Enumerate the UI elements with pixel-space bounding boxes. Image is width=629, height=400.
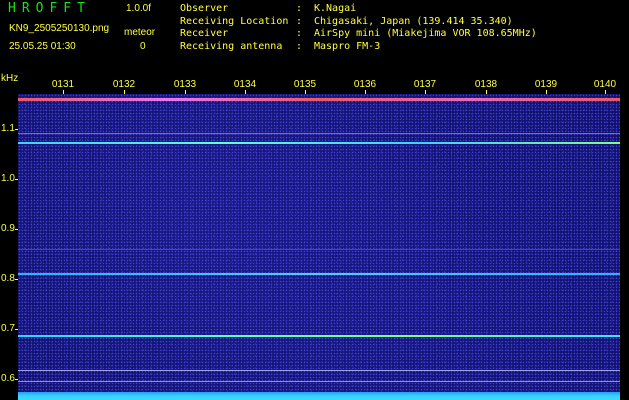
filename-label: KN9_2505250130.png [9, 23, 110, 34]
signal-line-top [18, 98, 620, 101]
meteor-label: meteor [124, 27, 156, 38]
x-tick-label: 0131 [51, 79, 75, 90]
signal-line [18, 370, 620, 371]
info-key: Observer [180, 3, 229, 14]
spectrogram [18, 94, 620, 400]
signal-line [18, 142, 620, 144]
x-tick-label: 0138 [474, 79, 498, 90]
x-tick-label: 0134 [233, 79, 257, 90]
y-tick-label: 0.9 [1, 223, 15, 234]
signal-line [18, 381, 620, 382]
info-key: Receiving antenna [180, 40, 283, 52]
station-info: Observer: K.Nagai Receiving Location: Ch… [180, 3, 537, 53]
x-tick-label: 0135 [293, 79, 317, 90]
x-tick-label: 0137 [413, 79, 437, 90]
y-tick-label: 1.0 [1, 173, 15, 184]
x-tick-label: 0140 [593, 79, 617, 90]
signal-line-bottom [18, 392, 620, 400]
signal-line [18, 133, 620, 134]
x-tick-label: 0133 [173, 79, 197, 90]
info-row-location: Receiving Location: Chigasaki, Japan (13… [180, 15, 513, 27]
y-unit-label: kHz [1, 73, 19, 84]
info-key: Receiver [180, 28, 229, 39]
x-tick-label: 0139 [534, 79, 558, 90]
info-row-observer: Observer: K.Nagai [180, 3, 357, 14]
signal-line [18, 335, 620, 337]
meteor-count: 0 [140, 41, 146, 52]
x-tick-label: 0132 [112, 79, 136, 90]
right-margin [620, 94, 629, 400]
info-key: Receiving Location [180, 15, 289, 27]
app-title: HROFFT [8, 1, 91, 16]
info-row-antenna: Receiving antenna: Maspro FM-3 [180, 40, 381, 52]
frequency-axis [0, 94, 18, 400]
y-tick-label: 0.7 [1, 323, 15, 334]
y-tick-label: 0.8 [1, 273, 15, 284]
spectrogram-noise [18, 94, 620, 400]
info-value: Chigasaki, Japan (139.414 35.340) [314, 15, 513, 27]
version-label: 1.0.0f [126, 3, 152, 14]
datetime-label: 25.05.25 01:30 [9, 41, 76, 52]
signal-line [18, 273, 620, 275]
info-row-receiver: Receiver: AirSpy mini (Miakejima VOR 108… [180, 28, 537, 39]
y-tick-label: 0.6 [1, 373, 15, 384]
signal-line [18, 249, 620, 250]
info-value: Maspro FM-3 [314, 40, 381, 52]
info-value: AirSpy mini (Miakejima VOR 108.65MHz) [314, 28, 537, 39]
y-tick-label: 1.1 [1, 123, 15, 134]
header-panel: HROFFT 1.0.0f KN9_2505250130.png meteor … [0, 0, 629, 72]
x-tick-label: 0136 [353, 79, 377, 90]
info-value: K.Nagai [314, 3, 357, 14]
